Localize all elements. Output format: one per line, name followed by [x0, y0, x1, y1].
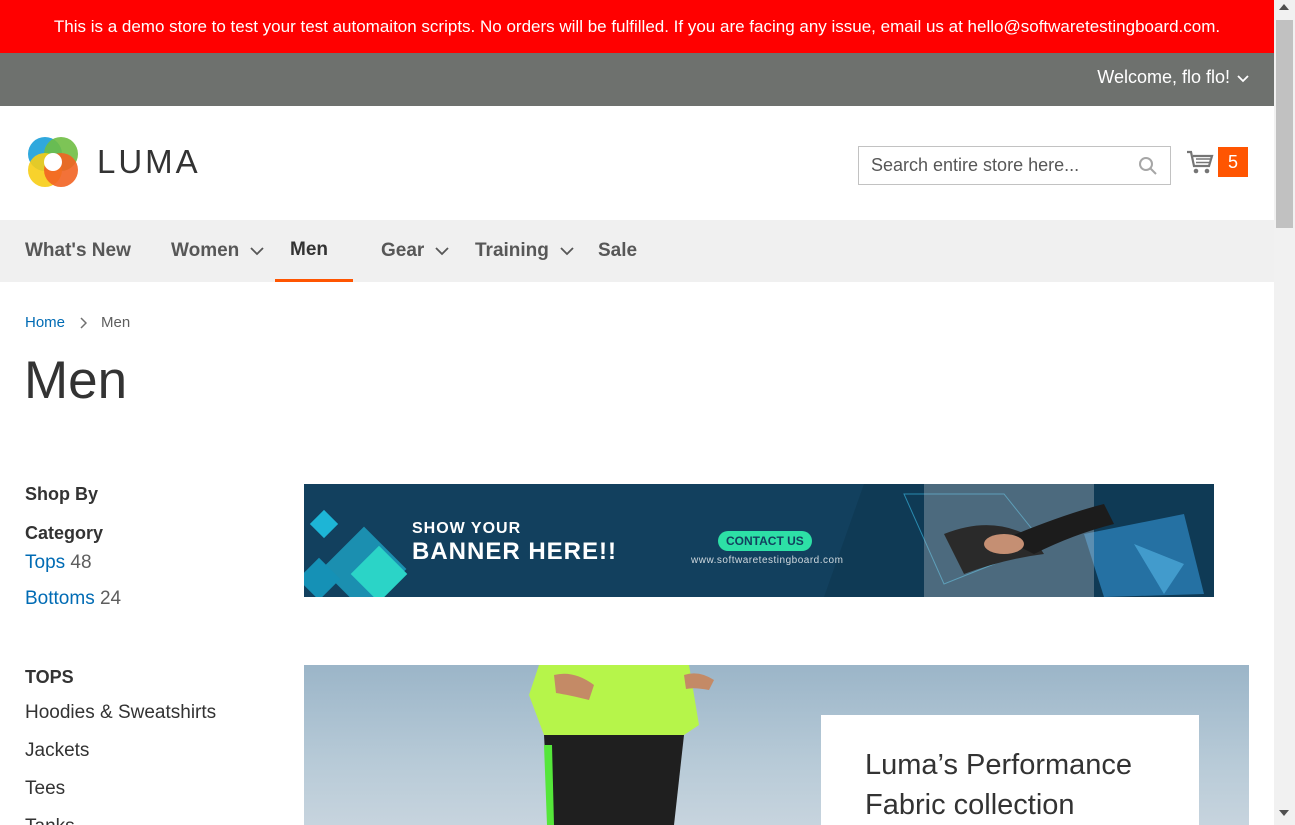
hero-promo[interactable]: Luma’s Performance Fabric collection: [304, 665, 1249, 825]
category-item-hoodies[interactable]: Hoodies & Sweatshirts: [25, 702, 216, 740]
filter-item: Tops 48: [25, 552, 275, 574]
category-list: Hoodies & Sweatshirts Jackets Tees Tanks: [25, 702, 216, 825]
hero-text-box: Luma’s Performance Fabric collection: [821, 715, 1199, 825]
banner-url: www.softwaretestingboard.com: [691, 555, 844, 566]
breadcrumb: Home Men: [25, 314, 130, 331]
nav-item-men[interactable]: Men: [275, 220, 353, 282]
banner-line2: BANNER HERE!!: [412, 538, 617, 565]
filter-link-tops[interactable]: Tops: [25, 552, 65, 573]
category-item-tanks[interactable]: Tanks: [25, 816, 216, 825]
nav-item-label: Women: [171, 240, 240, 261]
minicart[interactable]: 5: [1186, 147, 1248, 177]
cart-icon: [1187, 150, 1214, 174]
hero-title-line1: Luma’s Performance: [865, 749, 1133, 781]
nav-item-women[interactable]: Women: [171, 220, 265, 282]
search-box: [858, 146, 1171, 185]
panel-header: Welcome, flo flo!: [0, 53, 1274, 106]
search-input[interactable]: [871, 155, 1138, 176]
chevron-right-icon: [80, 316, 88, 329]
filter-title-category[interactable]: Category: [25, 523, 275, 544]
nav-item-label: What's New: [25, 240, 131, 261]
promo-banner[interactable]: SHOW YOUR BANNER HERE!! CONTACT US www.s…: [304, 484, 1214, 597]
category-item-jackets[interactable]: Jackets: [25, 740, 216, 778]
breadcrumb-home-link[interactable]: Home: [25, 314, 65, 331]
scroll-down-arrow-icon[interactable]: [1279, 810, 1289, 816]
category-group-title: TOPS: [25, 667, 74, 687]
search-icon[interactable]: [1138, 156, 1158, 176]
breadcrumb-current: Men: [101, 314, 131, 331]
welcome-text: Welcome, flo flo!: [1097, 67, 1230, 87]
luma-logo-icon: [28, 137, 78, 187]
nav-item-training[interactable]: Training: [475, 220, 575, 282]
luma-logo[interactable]: LUMA: [25, 134, 201, 190]
scrollbar-thumb[interactable]: [1276, 20, 1293, 228]
sidebar: Shop By Category Tops 48 Bottoms 24 TOPS…: [25, 484, 275, 825]
nav-item-label: Training: [475, 240, 549, 261]
main-nav: What's New Women Men Gear Training Sale: [0, 220, 1274, 282]
demo-notice-text: This is a demo store to test your test a…: [53, 16, 1221, 36]
nav-item-whats-new[interactable]: What's New: [25, 220, 131, 282]
site-header: LUMA 5: [0, 106, 1274, 220]
chevron-down-icon: [435, 247, 449, 256]
chevron-down-icon: [560, 247, 574, 256]
cart-count-badge: 5: [1218, 147, 1248, 177]
filter-link-bottoms[interactable]: Bottoms: [25, 588, 95, 609]
hero-title-line2: Fabric collection: [865, 789, 1075, 821]
scrollbar[interactable]: [1274, 0, 1295, 825]
chevron-down-icon: [1237, 74, 1249, 82]
demo-notice: This is a demo store to test your test a…: [0, 0, 1274, 53]
nav-item-gear[interactable]: Gear: [381, 220, 450, 282]
shop-by-title: Shop By: [25, 484, 99, 504]
filter-count: 24: [99, 588, 122, 609]
logo-text: LUMA: [97, 143, 201, 180]
nav-item-label: Sale: [598, 240, 638, 261]
page-title: Men: [24, 351, 128, 410]
scroll-up-arrow-icon[interactable]: [1279, 4, 1289, 10]
nav-item-sale[interactable]: Sale: [598, 220, 637, 282]
chevron-down-icon: [250, 247, 264, 256]
nav-item-label: Men: [290, 238, 328, 260]
welcome-menu[interactable]: Welcome, flo flo!: [1097, 67, 1250, 88]
nav-item-label: Gear: [381, 240, 425, 261]
category-item-tees[interactable]: Tees: [25, 778, 216, 816]
filter-item: Bottoms 24: [25, 588, 275, 610]
filter-count: 48: [70, 552, 92, 573]
page: This is a demo store to test your test a…: [0, 0, 1295, 825]
banner-contact-button[interactable]: CONTACT US: [718, 531, 812, 551]
banner-line1: SHOW YOUR: [412, 520, 522, 537]
